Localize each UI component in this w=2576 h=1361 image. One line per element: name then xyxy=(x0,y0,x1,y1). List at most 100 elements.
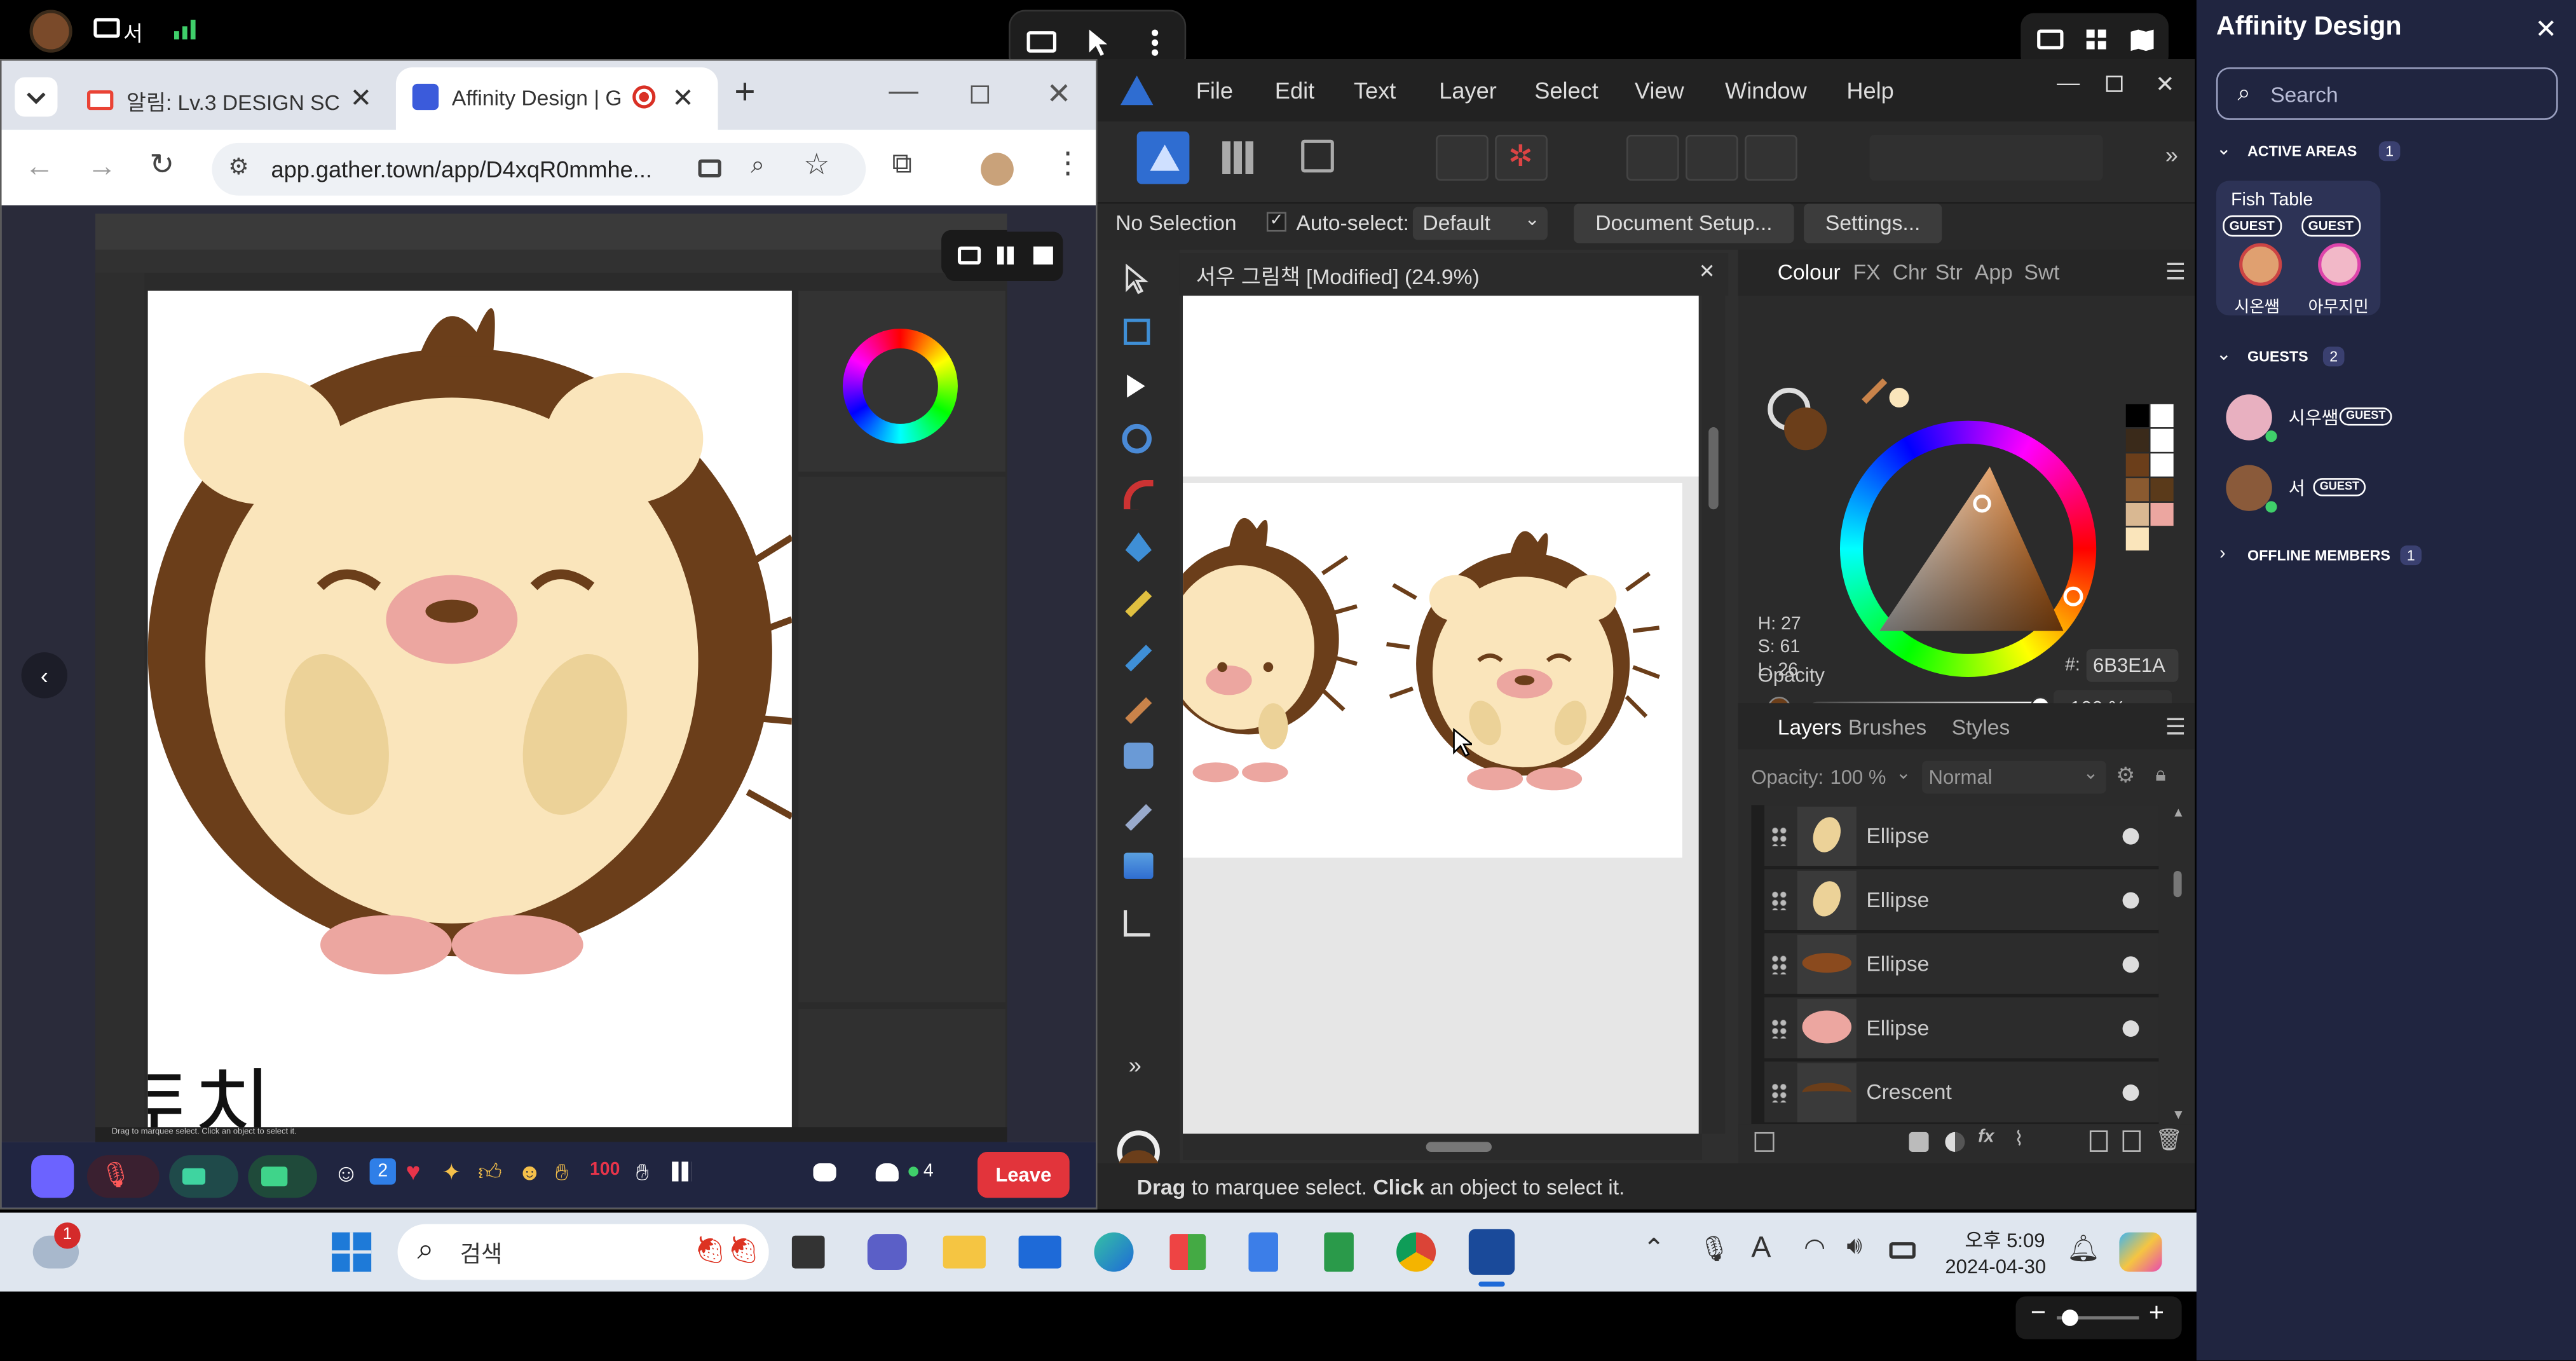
tab-app[interactable]: App xyxy=(1975,259,2013,284)
settings-button[interactable]: Settings... xyxy=(1804,203,1942,243)
taskbar-search[interactable]: ⌕ 검색 🍓︎🍓︎ xyxy=(397,1224,769,1280)
menu-file[interactable]: File xyxy=(1196,77,1233,103)
active-areas-header[interactable]: ⌄ ACTIVE AREAS 1 xyxy=(2216,140,2545,167)
tab-fx[interactable]: FX xyxy=(1853,259,1881,284)
toolbar-btn-1[interactable] xyxy=(1436,134,1489,181)
browser-tab-gather[interactable]: Affinity Design | G ✕ xyxy=(395,67,718,130)
site-settings-icon[interactable]: ⚙ xyxy=(228,153,249,181)
layer-row[interactable]: Crescent xyxy=(1764,1061,2159,1125)
arrange-buttons[interactable] xyxy=(1869,134,2103,181)
close-icon[interactable]: ✕ xyxy=(2535,13,2557,46)
party-icon[interactable]: ✦ xyxy=(442,1158,461,1186)
chat-icon[interactable] xyxy=(813,1163,836,1182)
canvas-area[interactable] xyxy=(1183,296,1699,1134)
pencil-tool-icon[interactable] xyxy=(1125,590,1152,617)
document-setup-button[interactable]: Document Setup... xyxy=(1574,203,1794,243)
hue-handle[interactable] xyxy=(2063,586,2083,606)
map-icon[interactable] xyxy=(2130,29,2154,51)
horizontal-scrollbar[interactable] xyxy=(1183,1133,1702,1160)
panel-menu-icon[interactable]: ☰ xyxy=(2165,713,2186,741)
menu-window[interactable]: Window xyxy=(1725,77,1807,103)
screen-icon[interactable] xyxy=(93,18,120,38)
menu-layer[interactable]: Layer xyxy=(1439,77,1497,103)
move-tool-icon[interactable] xyxy=(1124,263,1150,296)
camera-icon[interactable] xyxy=(698,159,721,178)
emoji-icon[interactable]: ☺ xyxy=(334,1160,359,1188)
auto-select-dropdown[interactable]: Default ⌄ xyxy=(1412,207,1548,240)
pen-tool-icon[interactable] xyxy=(1124,479,1154,510)
search-input[interactable]: ⌕ Search xyxy=(2216,67,2558,120)
new-tab-button[interactable]: + xyxy=(734,71,755,113)
tab-str[interactable]: Str xyxy=(1935,259,1963,284)
battery-icon[interactable] xyxy=(1889,1242,1916,1259)
heart-icon[interactable]: ♥ xyxy=(405,1158,420,1186)
wifi-icon[interactable]: ◠ xyxy=(1804,1233,1825,1262)
snap-btn-1[interactable] xyxy=(1626,134,1679,181)
more-icon[interactable] xyxy=(1151,29,1159,56)
guest-row[interactable]: 서 GUEST xyxy=(2216,462,2561,514)
vertical-scrollbar[interactable] xyxy=(1701,296,1726,1134)
browser-tab-gmail[interactable]: 알림: Lv.3 DESIGN SCI ✕ xyxy=(71,71,393,130)
chevron-up-icon[interactable]: ⌃ xyxy=(1643,1233,1665,1266)
artboard-tool-icon[interactable] xyxy=(1124,318,1150,345)
ime-icon[interactable]: A xyxy=(1751,1231,1771,1265)
monitor-icon[interactable] xyxy=(2037,29,2064,50)
menu-view[interactable]: View xyxy=(1635,77,1684,103)
monitor-icon[interactable] xyxy=(957,246,981,265)
store-icon[interactable] xyxy=(1169,1234,1206,1271)
camera-button[interactable] xyxy=(169,1155,238,1198)
export-persona-icon[interactable] xyxy=(1301,139,1334,173)
adjustment-icon[interactable] xyxy=(1945,1132,1965,1152)
colour-picker-handle[interactable] xyxy=(1973,495,1991,513)
close-window-icon[interactable]: ✕ xyxy=(2155,71,2174,99)
screenshare-button[interactable] xyxy=(248,1155,317,1198)
document-tab[interactable]: 서우 그림책 [Modified] (24.9%) ✕ xyxy=(1179,253,1729,296)
toolbar-btn-2[interactable]: ✲ xyxy=(1495,134,1548,181)
tab-brushes[interactable]: Brushes xyxy=(1848,715,1926,739)
monitor-icon[interactable] xyxy=(1026,31,1057,53)
extensions-icon[interactable]: ⧉ xyxy=(892,148,912,181)
pen-nib-icon[interactable] xyxy=(1125,532,1152,563)
visibility-toggle[interactable] xyxy=(2122,892,2139,909)
tab-layers[interactable]: Layers xyxy=(1778,715,1842,739)
close-icon[interactable]: ✕ xyxy=(1699,259,1715,282)
drag-handle-icon[interactable] xyxy=(1771,1018,1788,1039)
thumbs-up-icon[interactable]: 👍︎ xyxy=(478,1158,502,1186)
visibility-toggle[interactable] xyxy=(2122,1084,2139,1101)
transparency-tool-icon[interactable] xyxy=(1125,804,1152,831)
colour-wheel[interactable] xyxy=(1839,420,2097,677)
notification-icon[interactable]: 🔔︎ xyxy=(2067,1233,2101,1266)
menu-text[interactable]: Text xyxy=(1354,77,1396,103)
menu-help[interactable]: Help xyxy=(1846,77,1893,103)
people-icon[interactable] xyxy=(875,1163,899,1182)
visibility-toggle[interactable] xyxy=(2122,956,2139,973)
hex-input[interactable]: 6B3E1A xyxy=(2086,648,2179,682)
forward-icon[interactable]: → xyxy=(87,149,117,184)
guest-row[interactable]: 시우쌤 GUEST xyxy=(2216,391,2561,444)
copilot-icon[interactable] xyxy=(2119,1232,2162,1272)
grid-icon[interactable] xyxy=(2086,29,2108,51)
paint-brush-icon[interactable] xyxy=(1125,697,1152,724)
zoom-icon[interactable]: ⌕ xyxy=(751,151,765,179)
sheets-icon[interactable] xyxy=(1324,1232,1354,1272)
mail-icon[interactable] xyxy=(1018,1235,1061,1269)
trash-icon[interactable]: 🗑︎ xyxy=(2155,1127,2183,1153)
gear-icon[interactable]: ⚙ xyxy=(2116,762,2135,788)
avatar[interactable] xyxy=(2318,243,2361,286)
cursor-icon[interactable] xyxy=(1087,28,1108,58)
profile-avatar[interactable] xyxy=(981,153,1014,186)
layer-options-icon[interactable] xyxy=(1754,1132,1775,1152)
maximize-icon[interactable] xyxy=(971,85,990,104)
fx-icon[interactable]: fx xyxy=(1978,1127,1994,1147)
address-bar[interactable]: ⚙ app.gather.town/app/D4xqR0mmhe... xyxy=(212,142,866,196)
layers-scrollbar[interactable]: ▲ ▼ xyxy=(2169,805,2185,1128)
zoom-out-icon[interactable]: − xyxy=(2031,1300,2046,1330)
close-window-icon[interactable]: ✕ xyxy=(1047,77,1072,111)
collapse-button[interactable]: ‹ xyxy=(21,652,67,699)
more-tools-icon[interactable]: » xyxy=(1129,1051,1141,1077)
add-layer-icon[interactable] xyxy=(2089,1130,2108,1152)
tab-chr[interactable]: Chr xyxy=(1893,259,1927,284)
avatar[interactable] xyxy=(2239,243,2282,286)
snap-btn-3[interactable] xyxy=(1745,134,1797,181)
vector-brush-icon[interactable] xyxy=(1125,645,1152,672)
